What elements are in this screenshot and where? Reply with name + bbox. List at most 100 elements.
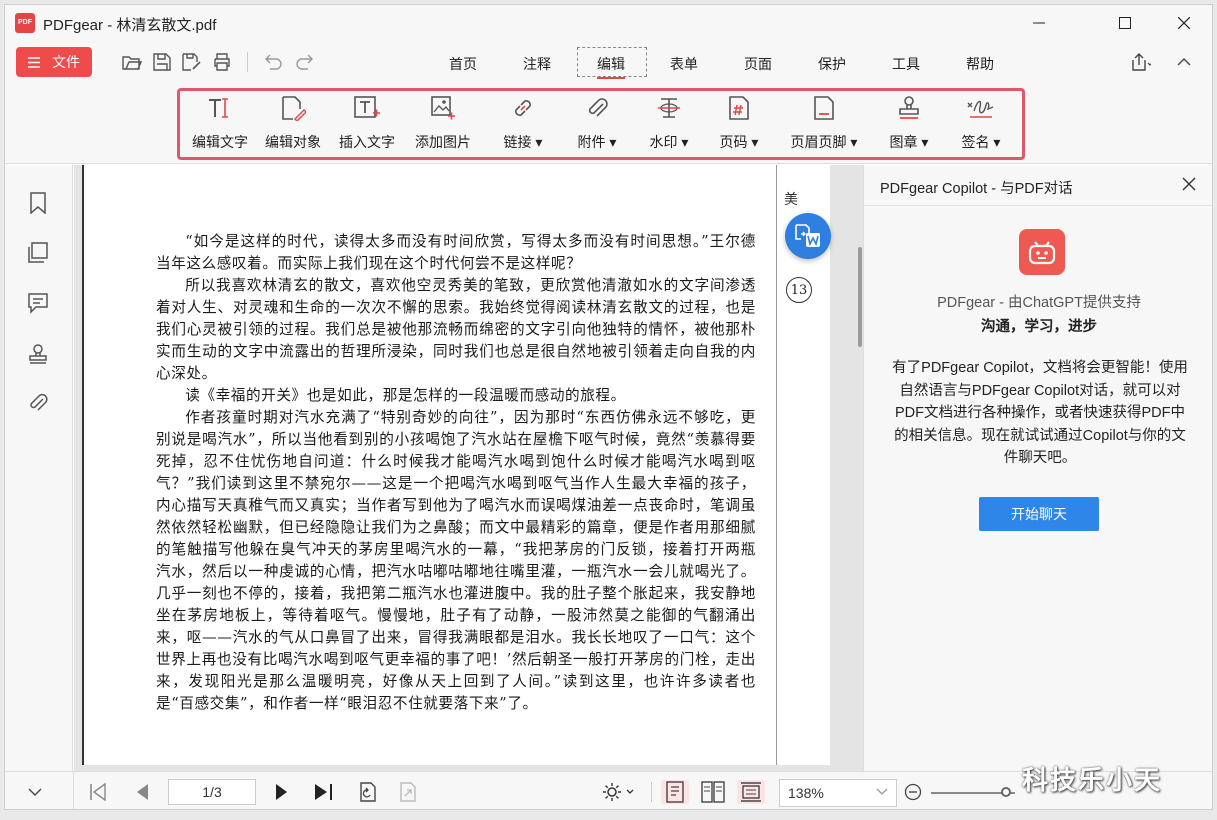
bookmark-icon [30, 192, 46, 214]
stamp-label: 图章 ▾ [889, 134, 929, 150]
link-tool[interactable]: 链接 ▾ [495, 93, 551, 153]
save-as-button[interactable] [181, 51, 203, 73]
edit-text-label: 编辑文字 [192, 134, 248, 150]
redo-button[interactable] [293, 51, 315, 73]
window-title: PDFgear - 林清玄散文.pdf [43, 17, 217, 34]
signatures-panel-button[interactable] [26, 341, 50, 365]
previous-page-button[interactable] [129, 780, 155, 804]
brightness-icon [603, 783, 634, 801]
start-chat-button[interactable]: 开始聊天 [979, 497, 1099, 531]
tab-form[interactable]: 表单 [670, 54, 698, 74]
single-page-view-button[interactable] [661, 780, 689, 804]
add-image-icon [431, 96, 455, 120]
paragraph: “如今是这样的时代，读得太多而没有时间欣赏，写得太多而没有时间思想。”王尔德当年… [156, 233, 756, 272]
close-icon [1178, 17, 1190, 29]
pdfgear-logo-icon: PDF [15, 13, 35, 33]
zoom-out-button[interactable] [903, 780, 923, 804]
insert-text-icon [354, 96, 380, 118]
signature-tool[interactable]: 签名 ▾ [951, 93, 1011, 153]
open-file-button[interactable] [121, 51, 143, 73]
save-as-icon [182, 53, 201, 71]
chevron-down-icon [876, 788, 888, 795]
brightness-menu-button[interactable] [599, 780, 639, 804]
signature-label: 签名 ▾ [961, 134, 1001, 150]
watermark-label: 水印 ▾ [649, 134, 689, 150]
continuous-scroll-view-button[interactable] [737, 780, 765, 804]
undo-button[interactable] [263, 51, 285, 73]
forward-history-icon [400, 782, 416, 802]
close-copilot-button[interactable] [1182, 177, 1196, 196]
document-viewer[interactable]: “如今是这样的时代，读得太多而没有时间欣赏，写得太多而没有时间思想。”王尔德当年… [74, 165, 863, 771]
first-page-icon [90, 782, 106, 802]
watermark-tool[interactable]: 水印 ▾ [639, 93, 699, 153]
edit-object-tool[interactable]: 编辑对象 [261, 93, 325, 153]
share-button[interactable] [1129, 51, 1151, 73]
last-page-button[interactable] [311, 780, 337, 804]
stamp-tool[interactable]: 图章 ▾ [879, 93, 939, 153]
comments-panel-button[interactable] [26, 291, 50, 315]
toggle-sidebar-button[interactable] [21, 780, 49, 804]
last-page-icon [315, 784, 332, 800]
page-number-tool[interactable]: 页码 ▾ [709, 93, 769, 153]
collapse-ribbon-button[interactable] [1173, 51, 1195, 73]
page-number-label: 页码 ▾ [719, 134, 759, 150]
thumbnails-icon [28, 242, 48, 263]
comment-icon [28, 293, 48, 314]
copilot-tagline: 沟通，学习，进步 [981, 319, 1097, 335]
tab-edit[interactable]: 编辑 [597, 54, 625, 79]
tab-annotate[interactable]: 注释 [523, 54, 551, 74]
paperclip-icon [30, 393, 48, 411]
save-button[interactable] [151, 51, 173, 73]
convert-to-word-button[interactable] [785, 213, 831, 259]
insert-text-label: 插入文字 [339, 134, 395, 150]
title-bar: PDF PDFgear - 林清玄散文.pdf [5, 5, 1212, 41]
print-button[interactable] [211, 51, 233, 73]
zoom-value: 138% [788, 785, 824, 801]
zoom-level-select[interactable]: 138% [779, 779, 897, 807]
save-icon [153, 53, 171, 71]
redo-icon [296, 54, 313, 70]
two-page-icon [701, 781, 725, 803]
vertical-scrollbar[interactable] [858, 247, 862, 347]
go-back-button[interactable] [355, 780, 381, 804]
pdf-page: “如今是这样的时代，读得太多而没有时间欣赏，写得太多而没有时间思想。”王尔德当年… [82, 165, 830, 765]
bookmark-panel-button[interactable] [26, 191, 50, 215]
minimize-icon [1033, 22, 1045, 24]
maximize-button[interactable] [1097, 5, 1153, 41]
add-image-tool[interactable]: 添加图片 [411, 93, 475, 153]
file-menu-label: 文件 [52, 54, 80, 70]
attachment-tool[interactable]: 附件 ▾ [567, 93, 627, 153]
page-number-input[interactable]: 1/3 [168, 779, 256, 805]
sign-panel-icon [29, 344, 47, 364]
attachments-panel-button[interactable] [26, 391, 50, 415]
paragraph: 所以我喜欢林清玄的散文，喜欢他空灵秀美的笔致，更欣赏他清澈如水的文字间渗透着对人… [156, 277, 756, 382]
next-page-button[interactable] [269, 780, 295, 804]
chevron-down-icon: ▾ [681, 134, 689, 150]
tab-home[interactable]: 首页 [449, 54, 477, 74]
copilot-subtitle: PDFgear - 由ChatGPT提供支持 [937, 295, 1141, 311]
chevron-down-icon [28, 788, 42, 796]
insert-text-tool[interactable]: 插入文字 [335, 93, 399, 153]
tab-protect[interactable]: 保护 [818, 54, 846, 74]
undo-icon [265, 54, 282, 70]
paragraph: 读《幸福的开关》也是如此，那是怎样的一段温暖而感动的旅程。 [185, 387, 626, 404]
first-page-button[interactable] [85, 780, 111, 804]
copilot-title: PDFgear Copilot - 与PDF对话 [880, 181, 1073, 197]
tab-tools[interactable]: 工具 [892, 54, 920, 74]
go-forward-button[interactable] [395, 780, 421, 804]
menu-bar: 文件 首页 注释 编辑 表单 页面 保护 工具 帮助 [5, 41, 1212, 85]
tab-help[interactable]: 帮助 [966, 54, 994, 74]
header-footer-tool[interactable]: 页眉页脚 ▾ [781, 93, 867, 153]
tab-page[interactable]: 页面 [744, 54, 772, 74]
two-page-view-button[interactable] [699, 780, 727, 804]
zoom-slider-handle[interactable] [1000, 787, 1011, 797]
link-label: 链接 ▾ [503, 134, 543, 150]
file-menu-button[interactable]: 文件 [16, 47, 92, 77]
chevron-down-icon: ▾ [850, 134, 858, 150]
chevron-down-icon: ▾ [535, 134, 543, 150]
minimize-button[interactable] [1011, 5, 1067, 41]
thumbnails-panel-button[interactable] [26, 241, 50, 265]
edit-text-tool[interactable]: 编辑文字 [189, 93, 251, 153]
signature-icon [967, 100, 994, 118]
close-window-button[interactable] [1156, 5, 1212, 41]
